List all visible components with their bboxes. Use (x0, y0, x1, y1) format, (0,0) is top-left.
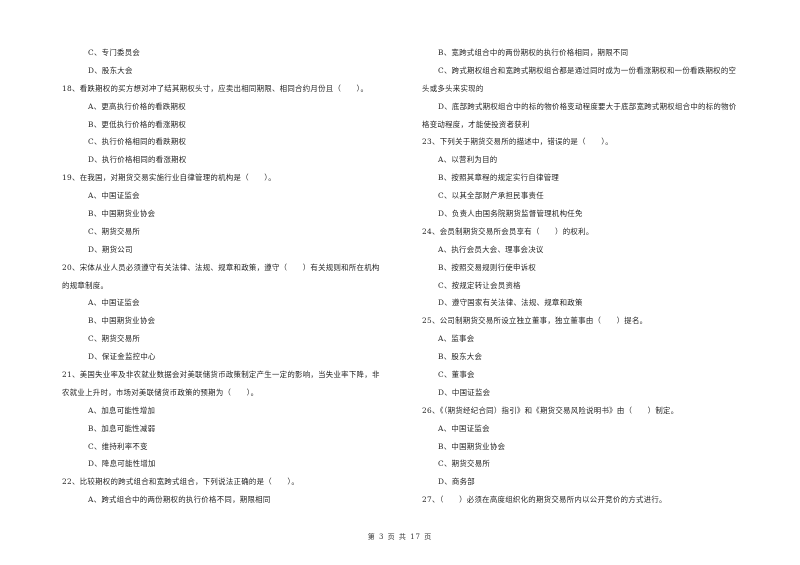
answer-option: A、监事会 (438, 334, 475, 344)
answer-option: A、中国证监会 (88, 191, 140, 201)
question-continuation: 的规章制度。 (62, 280, 109, 290)
answer-option: B、中国期货业协会 (438, 441, 506, 451)
answer-option: D、执行价格相同的看涨期权 (88, 155, 187, 165)
answer-option: B、按照其章程的规定实行自律管理 (438, 173, 560, 183)
answer-option: B、中国期货业协会 (88, 209, 156, 219)
answer-option: C、期货交易所 (88, 226, 141, 236)
answer-option: D、保证金监控中心 (88, 352, 156, 362)
answer-option: C、以其全部财产承担民事责任 (438, 191, 544, 201)
left-column: C、专门委员会 D、股东大会 18、看跌期权的买方想对冲了结其期权头寸，应卖出相同期… (62, 44, 402, 509)
answer-option: C、跨式期权组合和宽跨式期权组合都是通过同时成为一份看涨期权和一份看跌期权的空 (438, 65, 737, 75)
answer-option: A、加息可能性增加 (88, 405, 156, 415)
answer-option: B、股东大会 (438, 352, 483, 362)
answer-option: B、按照交易规则行使申诉权 (438, 262, 537, 272)
question-stem: 22、比较期权的跨式组合和宽跨式组合，下列说法正确的是（ ）。 (62, 477, 300, 487)
question-continuation: 头或多头来实现的 (422, 83, 484, 93)
answer-option: C、维持利率不变 (88, 441, 148, 451)
answer-option: C、按规定转让会员资格 (438, 280, 521, 290)
answer-option: A、以营利为目的 (438, 155, 498, 165)
answer-option: B、中国期货业协会 (88, 316, 156, 326)
answer-option: A、更高执行价格的看跌期权 (88, 101, 186, 111)
question-stem: 20、宋体从业人员必须遵守有关法律、法规、规章和政策，遵守（ ）有关规则和所在机… (62, 262, 380, 272)
answer-option: C、期货交易所 (438, 459, 491, 469)
answer-option: D、降息可能性增加 (88, 459, 156, 469)
exam-page: C、专门委员会 D、股东大会 18、看跌期权的买方想对冲了结其期权头寸，应卖出相同期… (0, 0, 800, 565)
answer-option: B、加息可能性减弱 (88, 423, 156, 433)
answer-option: A、中国证监会 (88, 298, 140, 308)
answer-option: D、负责人由国务院期货监督管理机构任免 (438, 209, 583, 219)
question-continuation: 农就业上升时，市场对美联储货币政策的预期为（ ）。 (62, 387, 259, 397)
answer-option: B、宽跨式组合中的两份期权的执行价格相同，期限不同 (438, 48, 629, 57)
question-stem: 24、会员制期货交易所会员享有（ ）的权利。 (422, 226, 594, 236)
answer-option: D、底部跨式期权组合中的标的物价格变动程度要大于底部宽跨式期权组合中的标的物价 (438, 101, 737, 111)
question-stem: 19、在我国，对期货交易实施行业自律管理的机构是（ ）。 (62, 173, 276, 183)
answer-option: C、专门委员会 (88, 48, 141, 57)
question-stem: 21、美国失业率及非农就业数据会对美联储货币政策制定产生一定的影响，当失业率下降… (62, 370, 380, 380)
answer-option: D、期货公司 (88, 244, 133, 254)
question-continuation: 格变动程度，才能使投资者获利 (422, 119, 530, 129)
answer-option: C、董事会 (438, 370, 475, 380)
page-footer: 第 3 页 共 17 页 (367, 533, 433, 541)
right-column: B、宽跨式组合中的两份期权的执行价格相同，期限不同 C、跨式期权组合和宽跨式期权组… (422, 44, 784, 509)
question-stem: 27、（ ）必须在高度组织化的期货交易所内以公开竞价的方式进行。 (422, 495, 667, 505)
answer-option: C、期货交易所 (88, 334, 141, 344)
answer-option: A、执行会员大会、理事会决议 (438, 244, 544, 254)
answer-option: D、遵守国家有关法律、法规、规章和政策 (438, 298, 583, 308)
answer-option: A、中国证监会 (438, 423, 490, 433)
answer-option: D、股东大会 (88, 65, 133, 75)
answer-option: C、执行价格相同的看跌期权 (88, 137, 187, 147)
question-stem: 25、公司制期货交易所设立独立董事，独立董事由（ ）提名。 (422, 316, 648, 326)
question-stem: 23、下列关于期货交易所的描述中，错误的是（ ）。 (422, 137, 613, 147)
question-stem: 26、《（期货经纪合同）指引》和《期货交易风险说明书》由（ ）制定。 (422, 405, 679, 415)
answer-option: D、商务部 (438, 477, 475, 487)
answer-option: B、更低执行价格的看涨期权 (88, 119, 187, 129)
answer-option: D、中国证监会 (438, 387, 491, 397)
answer-option: A、跨式组合中的两份期权的执行价格不同，期限相同 (88, 495, 271, 505)
question-stem: 18、看跌期权的买方想对冲了结其期权头寸，应卖出相同期限、相同合约月份且（ ）。 (62, 83, 369, 93)
